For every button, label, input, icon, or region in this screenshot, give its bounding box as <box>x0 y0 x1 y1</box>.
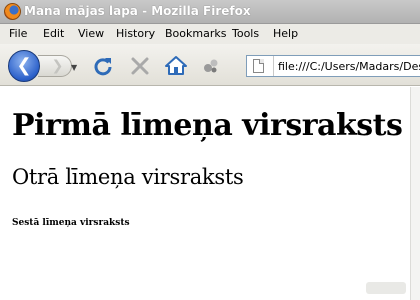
url-separator <box>273 56 274 76</box>
menu-history[interactable]: History <box>116 27 155 40</box>
forward-arrow-icon: ❯ <box>51 58 64 74</box>
stop-icon[interactable] <box>129 55 151 77</box>
menu-file[interactable]: File <box>9 27 27 40</box>
puzzle-icon[interactable] <box>200 55 222 77</box>
menu-tools[interactable]: Tools <box>232 27 259 40</box>
menu-view[interactable]: View <box>78 27 104 40</box>
heading-level-1: Pirmā līmeņa virsraksts <box>12 108 403 143</box>
scrollbar[interactable] <box>410 87 420 300</box>
window-title-bar: Mana mājas lapa - Mozilla Firefox <box>0 0 420 24</box>
address-bar[interactable]: file:///C:/Users/Madars/Deskt <box>246 55 420 77</box>
back-button[interactable]: ❮ <box>8 50 40 82</box>
page-icon <box>253 59 264 73</box>
menu-edit[interactable]: Edit <box>43 27 64 40</box>
reload-icon[interactable] <box>92 55 114 77</box>
heading-level-6: Sestā līmeņa virsraksts <box>12 218 130 228</box>
watermark-logo <box>366 282 406 294</box>
menu-bar: File Edit View History Bookmarks Tools H… <box>0 24 420 44</box>
menu-help[interactable]: Help <box>273 27 298 40</box>
page-content: Pirmā līmeņa virsraksts Otrā līmeņa virs… <box>0 87 410 300</box>
back-arrow-icon: ❮ <box>16 55 32 76</box>
firefox-logo-icon <box>4 3 21 20</box>
history-dropdown-icon[interactable]: ▼ <box>71 63 77 72</box>
navigation-toolbar: ❯ ❮ ▼ file:///C:/Users/Madars/Deskt <box>0 44 420 86</box>
heading-level-2: Otrā līmeņa virsraksts <box>12 165 244 189</box>
menu-bookmarks[interactable]: Bookmarks <box>165 27 226 40</box>
forward-button[interactable]: ❯ <box>38 55 72 77</box>
window-title: Mana mājas lapa - Mozilla Firefox <box>24 4 251 18</box>
home-icon[interactable] <box>165 55 187 77</box>
url-text: file:///C:/Users/Madars/Deskt <box>278 60 420 73</box>
